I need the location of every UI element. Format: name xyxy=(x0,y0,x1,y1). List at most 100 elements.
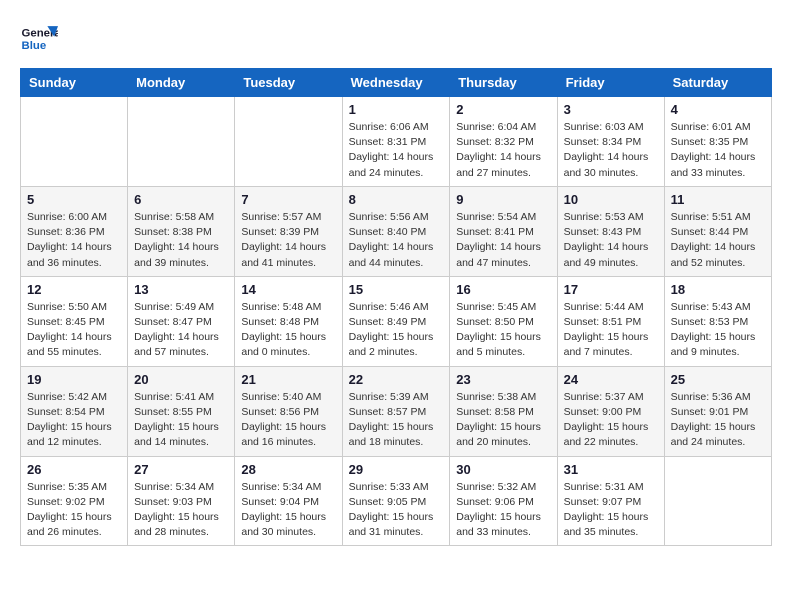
day-number: 14 xyxy=(241,282,335,297)
week-row-3: 12 Sunrise: 5:50 AM Sunset: 8:45 PM Dayli… xyxy=(21,276,772,366)
week-row-2: 5 Sunrise: 6:00 AM Sunset: 8:36 PM Daylig… xyxy=(21,186,772,276)
logo-icon: General Blue xyxy=(20,20,58,58)
week-row-4: 19 Sunrise: 5:42 AM Sunset: 8:54 PM Dayli… xyxy=(21,366,772,456)
day-info: Sunrise: 5:41 AM Sunset: 8:55 PM Dayligh… xyxy=(134,390,228,451)
day-info: Sunrise: 5:44 AM Sunset: 8:51 PM Dayligh… xyxy=(564,300,658,361)
day-info: Sunrise: 5:46 AM Sunset: 8:49 PM Dayligh… xyxy=(349,300,444,361)
weekday-header-thursday: Thursday xyxy=(450,69,557,97)
day-number: 31 xyxy=(564,462,658,477)
weekday-header-monday: Monday xyxy=(128,69,235,97)
day-info: Sunrise: 5:56 AM Sunset: 8:40 PM Dayligh… xyxy=(349,210,444,271)
day-number: 29 xyxy=(349,462,444,477)
day-number: 17 xyxy=(564,282,658,297)
day-info: Sunrise: 5:50 AM Sunset: 8:45 PM Dayligh… xyxy=(27,300,121,361)
day-cell: 25 Sunrise: 5:36 AM Sunset: 9:01 PM Dayli… xyxy=(664,366,771,456)
day-cell: 13 Sunrise: 5:49 AM Sunset: 8:47 PM Dayli… xyxy=(128,276,235,366)
day-info: Sunrise: 5:57 AM Sunset: 8:39 PM Dayligh… xyxy=(241,210,335,271)
day-info: Sunrise: 5:45 AM Sunset: 8:50 PM Dayligh… xyxy=(456,300,550,361)
week-row-5: 26 Sunrise: 5:35 AM Sunset: 9:02 PM Dayli… xyxy=(21,456,772,546)
day-cell: 4Sunrise: 6:01 AM Sunset: 8:35 PM Daylig… xyxy=(664,97,771,187)
day-number: 25 xyxy=(671,372,765,387)
day-info: Sunrise: 5:37 AM Sunset: 9:00 PM Dayligh… xyxy=(564,390,658,451)
day-number: 24 xyxy=(564,372,658,387)
day-info: Sunrise: 5:39 AM Sunset: 8:57 PM Dayligh… xyxy=(349,390,444,451)
day-number: 5 xyxy=(27,192,121,207)
day-cell: 10 Sunrise: 5:53 AM Sunset: 8:43 PM Dayli… xyxy=(557,186,664,276)
day-cell: 2 Sunrise: 6:04 AM Sunset: 8:32 PM Daylig… xyxy=(450,97,557,187)
day-number: 21 xyxy=(241,372,335,387)
day-cell: 8 Sunrise: 5:56 AM Sunset: 8:40 PM Daylig… xyxy=(342,186,450,276)
day-cell: 1 Sunrise: 6:06 AM Sunset: 8:31 PM Daylig… xyxy=(342,97,450,187)
day-cell: 20 Sunrise: 5:41 AM Sunset: 8:55 PM Dayli… xyxy=(128,366,235,456)
svg-text:Blue: Blue xyxy=(22,40,47,52)
day-cell: 15 Sunrise: 5:46 AM Sunset: 8:49 PM Dayli… xyxy=(342,276,450,366)
day-number: 4 xyxy=(671,102,765,117)
day-cell: 22 Sunrise: 5:39 AM Sunset: 8:57 PM Dayli… xyxy=(342,366,450,456)
day-number: 20 xyxy=(134,372,228,387)
day-number: 19 xyxy=(27,372,121,387)
weekday-header-row: SundayMondayTuesdayWednesdayThursdayFrid… xyxy=(21,69,772,97)
day-number: 15 xyxy=(349,282,444,297)
day-cell: 27 Sunrise: 5:34 AM Sunset: 9:03 PM Dayli… xyxy=(128,456,235,546)
day-number: 2 xyxy=(456,102,550,117)
day-cell: 3Sunrise: 6:03 AM Sunset: 8:34 PM Daylig… xyxy=(557,97,664,187)
day-number: 1 xyxy=(349,102,444,117)
day-cell: 19 Sunrise: 5:42 AM Sunset: 8:54 PM Dayli… xyxy=(21,366,128,456)
day-cell: 23Sunrise: 5:38 AM Sunset: 8:58 PM Dayli… xyxy=(450,366,557,456)
day-number: 30 xyxy=(456,462,550,477)
calendar-table: SundayMondayTuesdayWednesdayThursdayFrid… xyxy=(20,68,772,546)
day-info: Sunrise: 5:33 AM Sunset: 9:05 PM Dayligh… xyxy=(349,480,444,541)
day-cell xyxy=(664,456,771,546)
day-info: Sunrise: 6:06 AM Sunset: 8:31 PM Dayligh… xyxy=(349,120,444,181)
week-row-1: 1 Sunrise: 6:06 AM Sunset: 8:31 PM Daylig… xyxy=(21,97,772,187)
day-cell: 9Sunrise: 5:54 AM Sunset: 8:41 PM Daylig… xyxy=(450,186,557,276)
day-cell: 16 Sunrise: 5:45 AM Sunset: 8:50 PM Dayli… xyxy=(450,276,557,366)
day-cell: 6Sunrise: 5:58 AM Sunset: 8:38 PM Daylig… xyxy=(128,186,235,276)
logo: General Blue xyxy=(20,20,58,58)
day-number: 16 xyxy=(456,282,550,297)
day-number: 26 xyxy=(27,462,121,477)
day-info: Sunrise: 5:42 AM Sunset: 8:54 PM Dayligh… xyxy=(27,390,121,451)
day-cell: 24 Sunrise: 5:37 AM Sunset: 9:00 PM Dayli… xyxy=(557,366,664,456)
day-number: 18 xyxy=(671,282,765,297)
day-info: Sunrise: 5:49 AM Sunset: 8:47 PM Dayligh… xyxy=(134,300,228,361)
day-cell: 11 Sunrise: 5:51 AM Sunset: 8:44 PM Dayli… xyxy=(664,186,771,276)
day-number: 8 xyxy=(349,192,444,207)
day-info: Sunrise: 5:36 AM Sunset: 9:01 PM Dayligh… xyxy=(671,390,765,451)
weekday-header-wednesday: Wednesday xyxy=(342,69,450,97)
day-cell: 21Sunrise: 5:40 AM Sunset: 8:56 PM Dayli… xyxy=(235,366,342,456)
day-number: 28 xyxy=(241,462,335,477)
weekday-header-friday: Friday xyxy=(557,69,664,97)
day-info: Sunrise: 5:34 AM Sunset: 9:03 PM Dayligh… xyxy=(134,480,228,541)
weekday-header-saturday: Saturday xyxy=(664,69,771,97)
day-cell: 7Sunrise: 5:57 AM Sunset: 8:39 PM Daylig… xyxy=(235,186,342,276)
day-cell: 30Sunrise: 5:32 AM Sunset: 9:06 PM Dayli… xyxy=(450,456,557,546)
day-number: 22 xyxy=(349,372,444,387)
day-cell xyxy=(128,97,235,187)
day-number: 13 xyxy=(134,282,228,297)
day-info: Sunrise: 5:43 AM Sunset: 8:53 PM Dayligh… xyxy=(671,300,765,361)
day-cell xyxy=(21,97,128,187)
day-info: Sunrise: 6:04 AM Sunset: 8:32 PM Dayligh… xyxy=(456,120,550,181)
day-cell xyxy=(235,97,342,187)
day-cell: 5 Sunrise: 6:00 AM Sunset: 8:36 PM Daylig… xyxy=(21,186,128,276)
day-cell: 14Sunrise: 5:48 AM Sunset: 8:48 PM Dayli… xyxy=(235,276,342,366)
day-info: Sunrise: 5:51 AM Sunset: 8:44 PM Dayligh… xyxy=(671,210,765,271)
day-cell: 28Sunrise: 5:34 AM Sunset: 9:04 PM Dayli… xyxy=(235,456,342,546)
weekday-header-sunday: Sunday xyxy=(21,69,128,97)
day-number: 12 xyxy=(27,282,121,297)
day-cell: 18 Sunrise: 5:43 AM Sunset: 8:53 PM Dayli… xyxy=(664,276,771,366)
day-info: Sunrise: 5:58 AM Sunset: 8:38 PM Dayligh… xyxy=(134,210,228,271)
weekday-header-tuesday: Tuesday xyxy=(235,69,342,97)
day-info: Sunrise: 5:35 AM Sunset: 9:02 PM Dayligh… xyxy=(27,480,121,541)
day-number: 10 xyxy=(564,192,658,207)
day-number: 23 xyxy=(456,372,550,387)
day-cell: 17 Sunrise: 5:44 AM Sunset: 8:51 PM Dayli… xyxy=(557,276,664,366)
day-number: 11 xyxy=(671,192,765,207)
day-info: Sunrise: 5:53 AM Sunset: 8:43 PM Dayligh… xyxy=(564,210,658,271)
day-cell: 26 Sunrise: 5:35 AM Sunset: 9:02 PM Dayli… xyxy=(21,456,128,546)
day-info: Sunrise: 6:00 AM Sunset: 8:36 PM Dayligh… xyxy=(27,210,121,271)
day-cell: 12 Sunrise: 5:50 AM Sunset: 8:45 PM Dayli… xyxy=(21,276,128,366)
day-number: 27 xyxy=(134,462,228,477)
day-number: 3 xyxy=(564,102,658,117)
